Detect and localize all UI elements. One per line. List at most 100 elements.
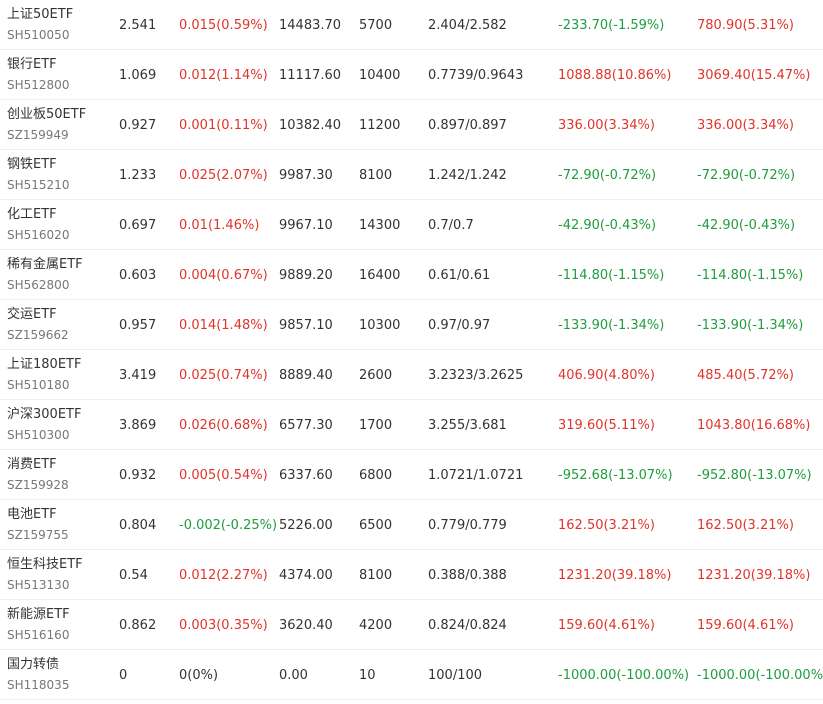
- security-name[interactable]: 交运ETF: [7, 306, 57, 324]
- security-cell[interactable]: 消费ETF SZ159928: [7, 450, 69, 500]
- holding-row[interactable]: 恒生科技ETF SH513130 0.54 0.012(2.27%) 4374.00 81…: [0, 550, 823, 600]
- holding-row[interactable]: 钢铁ETF SH515210 1.233 0.025(2.07%) 9987.30 810…: [0, 150, 823, 200]
- security-cell[interactable]: 国力转债 SH118035: [7, 650, 69, 700]
- security-code: SZ159928: [7, 478, 69, 492]
- holding-row[interactable]: 上证180ETF SH510180 3.419 0.025(0.74%) 8889.40…: [0, 350, 823, 400]
- total-profit-loss: -72.90(-0.72%): [697, 167, 796, 183]
- price-change: 0.012(1.14%): [179, 67, 268, 83]
- security-code: SH512800: [7, 78, 70, 92]
- security-name[interactable]: 新能源ETF: [7, 606, 70, 624]
- security-cell[interactable]: 钢铁ETF SH515210: [7, 150, 69, 200]
- security-cell[interactable]: 创业板50ETF SZ159949: [7, 100, 86, 150]
- profit-loss: -42.90(-0.43%): [558, 217, 657, 233]
- cost-price: 1.0721/1.0721: [428, 467, 524, 483]
- last-price: 0.957: [119, 317, 157, 333]
- market-value: 11117.60: [279, 67, 342, 83]
- holding-row[interactable]: 化工ETF SH516020 0.697 0.01(1.46%) 9967.10 1430…: [0, 200, 823, 250]
- security-name[interactable]: 上证180ETF: [7, 356, 81, 374]
- holding-row[interactable]: 国力转债 SH118035 0 0(0%) 0.00 10 100/100 -1000.00(…: [0, 650, 823, 700]
- security-name[interactable]: 钢铁ETF: [7, 156, 57, 174]
- security-cell[interactable]: 上证180ETF SH510180: [7, 350, 81, 400]
- cost-price: 0.779/0.779: [428, 517, 507, 533]
- position-quantity: 16400: [359, 267, 401, 283]
- security-cell[interactable]: 电池ETF SZ159755: [7, 500, 69, 550]
- security-cell[interactable]: 稀有金属ETF SH562800: [7, 250, 83, 300]
- holding-row[interactable]: 沪深300ETF SH510300 3.869 0.026(0.68%) 6577.30…: [0, 400, 823, 450]
- security-cell[interactable]: 交运ETF SZ159662: [7, 300, 69, 350]
- price-change: 0.003(0.35%): [179, 617, 268, 633]
- last-price: 0.54: [119, 567, 148, 583]
- security-code: SH516160: [7, 628, 70, 642]
- security-name[interactable]: 银行ETF: [7, 56, 57, 74]
- security-cell[interactable]: 恒生科技ETF SH513130: [7, 550, 83, 600]
- security-name[interactable]: 稀有金属ETF: [7, 256, 83, 274]
- security-name[interactable]: 消费ETF: [7, 456, 57, 474]
- total-profit-loss: -952.80(-13.07%): [697, 467, 812, 483]
- holding-row[interactable]: 创业板50ETF SZ159949 0.927 0.001(0.11%) 10382.4…: [0, 100, 823, 150]
- last-price: 0.697: [119, 217, 157, 233]
- security-code: SH510180: [7, 378, 70, 392]
- price-change: 0.014(1.48%): [179, 317, 268, 333]
- position-quantity: 10: [359, 667, 376, 683]
- security-cell[interactable]: 沪深300ETF SH510300: [7, 400, 81, 450]
- security-name[interactable]: 国力转债: [7, 656, 59, 674]
- profit-loss: 336.00(3.34%): [558, 117, 655, 133]
- holding-row[interactable]: 电池ETF SZ159755 0.804 -0.002(-0.25%) 5226.00 6…: [0, 500, 823, 550]
- price-change: 0.004(0.67%): [179, 267, 268, 283]
- profit-loss: -952.68(-13.07%): [558, 467, 673, 483]
- total-profit-loss: -114.80(-1.15%): [697, 267, 804, 283]
- profit-loss: 1088.88(10.86%): [558, 67, 672, 83]
- market-value: 8889.40: [279, 367, 333, 383]
- security-name[interactable]: 沪深300ETF: [7, 406, 81, 424]
- market-value: 10382.40: [279, 117, 342, 133]
- position-quantity: 2600: [359, 367, 393, 383]
- cost-price: 2.404/2.582: [428, 17, 507, 33]
- price-change: 0.012(2.27%): [179, 567, 268, 583]
- security-name[interactable]: 上证50ETF: [7, 6, 73, 24]
- security-cell[interactable]: 化工ETF SH516020: [7, 200, 69, 250]
- total-profit-loss: 159.60(4.61%): [697, 617, 794, 633]
- total-profit-loss: 1231.20(39.18%): [697, 567, 811, 583]
- security-name[interactable]: 电池ETF: [7, 506, 57, 524]
- cost-price: 3.255/3.681: [428, 417, 507, 433]
- position-quantity: 1700: [359, 417, 393, 433]
- security-cell[interactable]: 新能源ETF SH516160: [7, 600, 70, 650]
- security-code: SZ159949: [7, 128, 69, 142]
- holding-row[interactable]: 消费ETF SZ159928 0.932 0.005(0.54%) 6337.60 680…: [0, 450, 823, 500]
- last-price: 3.869: [119, 417, 157, 433]
- cost-price: 0.388/0.388: [428, 567, 507, 583]
- security-cell[interactable]: 银行ETF SH512800: [7, 50, 69, 100]
- total-profit-loss: -42.90(-0.43%): [697, 217, 796, 233]
- holding-row[interactable]: 交运ETF SZ159662 0.957 0.014(1.48%) 9857.10 103…: [0, 300, 823, 350]
- position-quantity: 5700: [359, 17, 393, 33]
- security-name[interactable]: 恒生科技ETF: [7, 556, 83, 574]
- holding-row[interactable]: 新能源ETF SH516160 0.862 0.003(0.35%) 3620.40 42…: [0, 600, 823, 650]
- last-price: 0: [119, 667, 128, 683]
- security-name[interactable]: 化工ETF: [7, 206, 57, 224]
- holding-row[interactable]: 上证50ETF SH510050 2.541 0.015(0.59%) 14483.70…: [0, 0, 823, 50]
- cost-price: 0.824/0.824: [428, 617, 507, 633]
- total-profit-loss: -1000.00(-100.00%): [697, 667, 823, 683]
- market-value: 5226.00: [279, 517, 333, 533]
- security-cell[interactable]: 上证50ETF SH510050: [7, 0, 73, 50]
- market-value: 0.00: [279, 667, 308, 683]
- holding-row[interactable]: 稀有金属ETF SH562800 0.603 0.004(0.67%) 9889.20 1…: [0, 250, 823, 300]
- market-value: 6577.30: [279, 417, 333, 433]
- total-profit-loss: 1043.80(16.68%): [697, 417, 811, 433]
- position-quantity: 8100: [359, 567, 393, 583]
- position-quantity: 8100: [359, 167, 393, 183]
- cost-price: 0.97/0.97: [428, 317, 491, 333]
- total-profit-loss: -133.90(-1.34%): [697, 317, 804, 333]
- holding-row[interactable]: 银行ETF SH512800 1.069 0.012(1.14%) 11117.60 10…: [0, 50, 823, 100]
- security-code: SH516020: [7, 228, 70, 242]
- profit-loss: -72.90(-0.72%): [558, 167, 657, 183]
- security-name[interactable]: 创业板50ETF: [7, 106, 86, 124]
- total-profit-loss: 162.50(3.21%): [697, 517, 794, 533]
- price-change: 0(0%): [179, 667, 219, 683]
- market-value: 9889.20: [279, 267, 333, 283]
- profit-loss: 406.90(4.80%): [558, 367, 655, 383]
- market-value: 9857.10: [279, 317, 333, 333]
- position-quantity: 11200: [359, 117, 401, 133]
- price-change: 0.01(1.46%): [179, 217, 260, 233]
- last-price: 1.233: [119, 167, 157, 183]
